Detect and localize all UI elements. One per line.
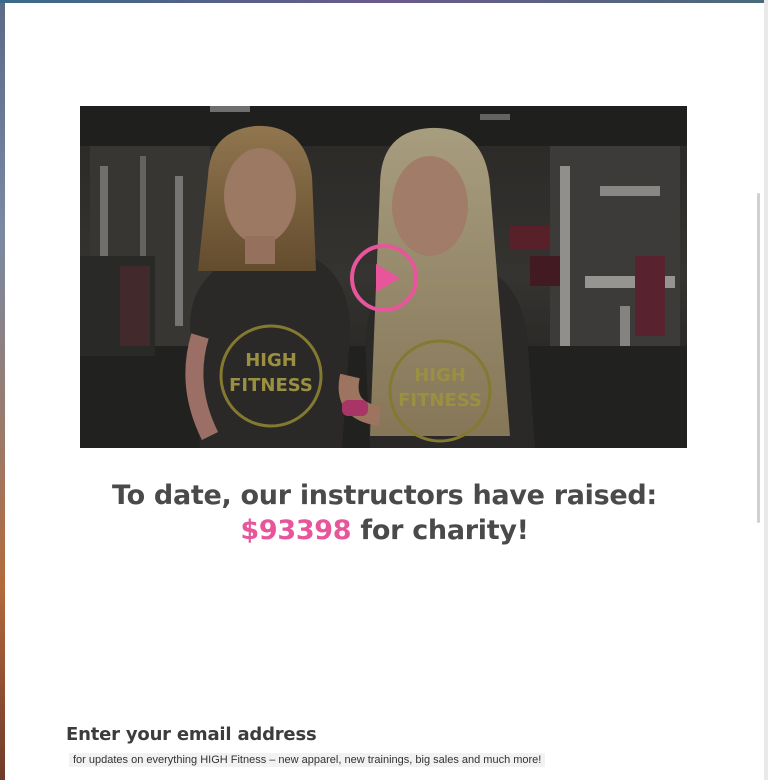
charity-suffix: for charity!: [351, 515, 529, 546]
play-circle-icon: [350, 244, 418, 312]
window-right-edge: [764, 0, 768, 780]
email-signup-subtitle: for updates on everything HIGH Fitness –…: [69, 753, 546, 767]
charity-line-2: $93398 for charity!: [5, 513, 764, 548]
scrollbar-thumb[interactable]: [757, 193, 760, 523]
video-player[interactable]: HIGH FITNESS HIGH FITNESS: [80, 106, 687, 448]
charity-line-1: To date, our instructors have raised:: [112, 480, 657, 511]
page-content: HIGH FITNESS HIGH FITNESS To date, our i…: [5, 3, 764, 780]
email-signup-title: Enter your email address: [66, 724, 317, 745]
charity-amount: $93398: [240, 515, 352, 546]
charity-headline: To date, our instructors have raised: $9…: [5, 478, 764, 548]
play-button[interactable]: [348, 242, 420, 314]
